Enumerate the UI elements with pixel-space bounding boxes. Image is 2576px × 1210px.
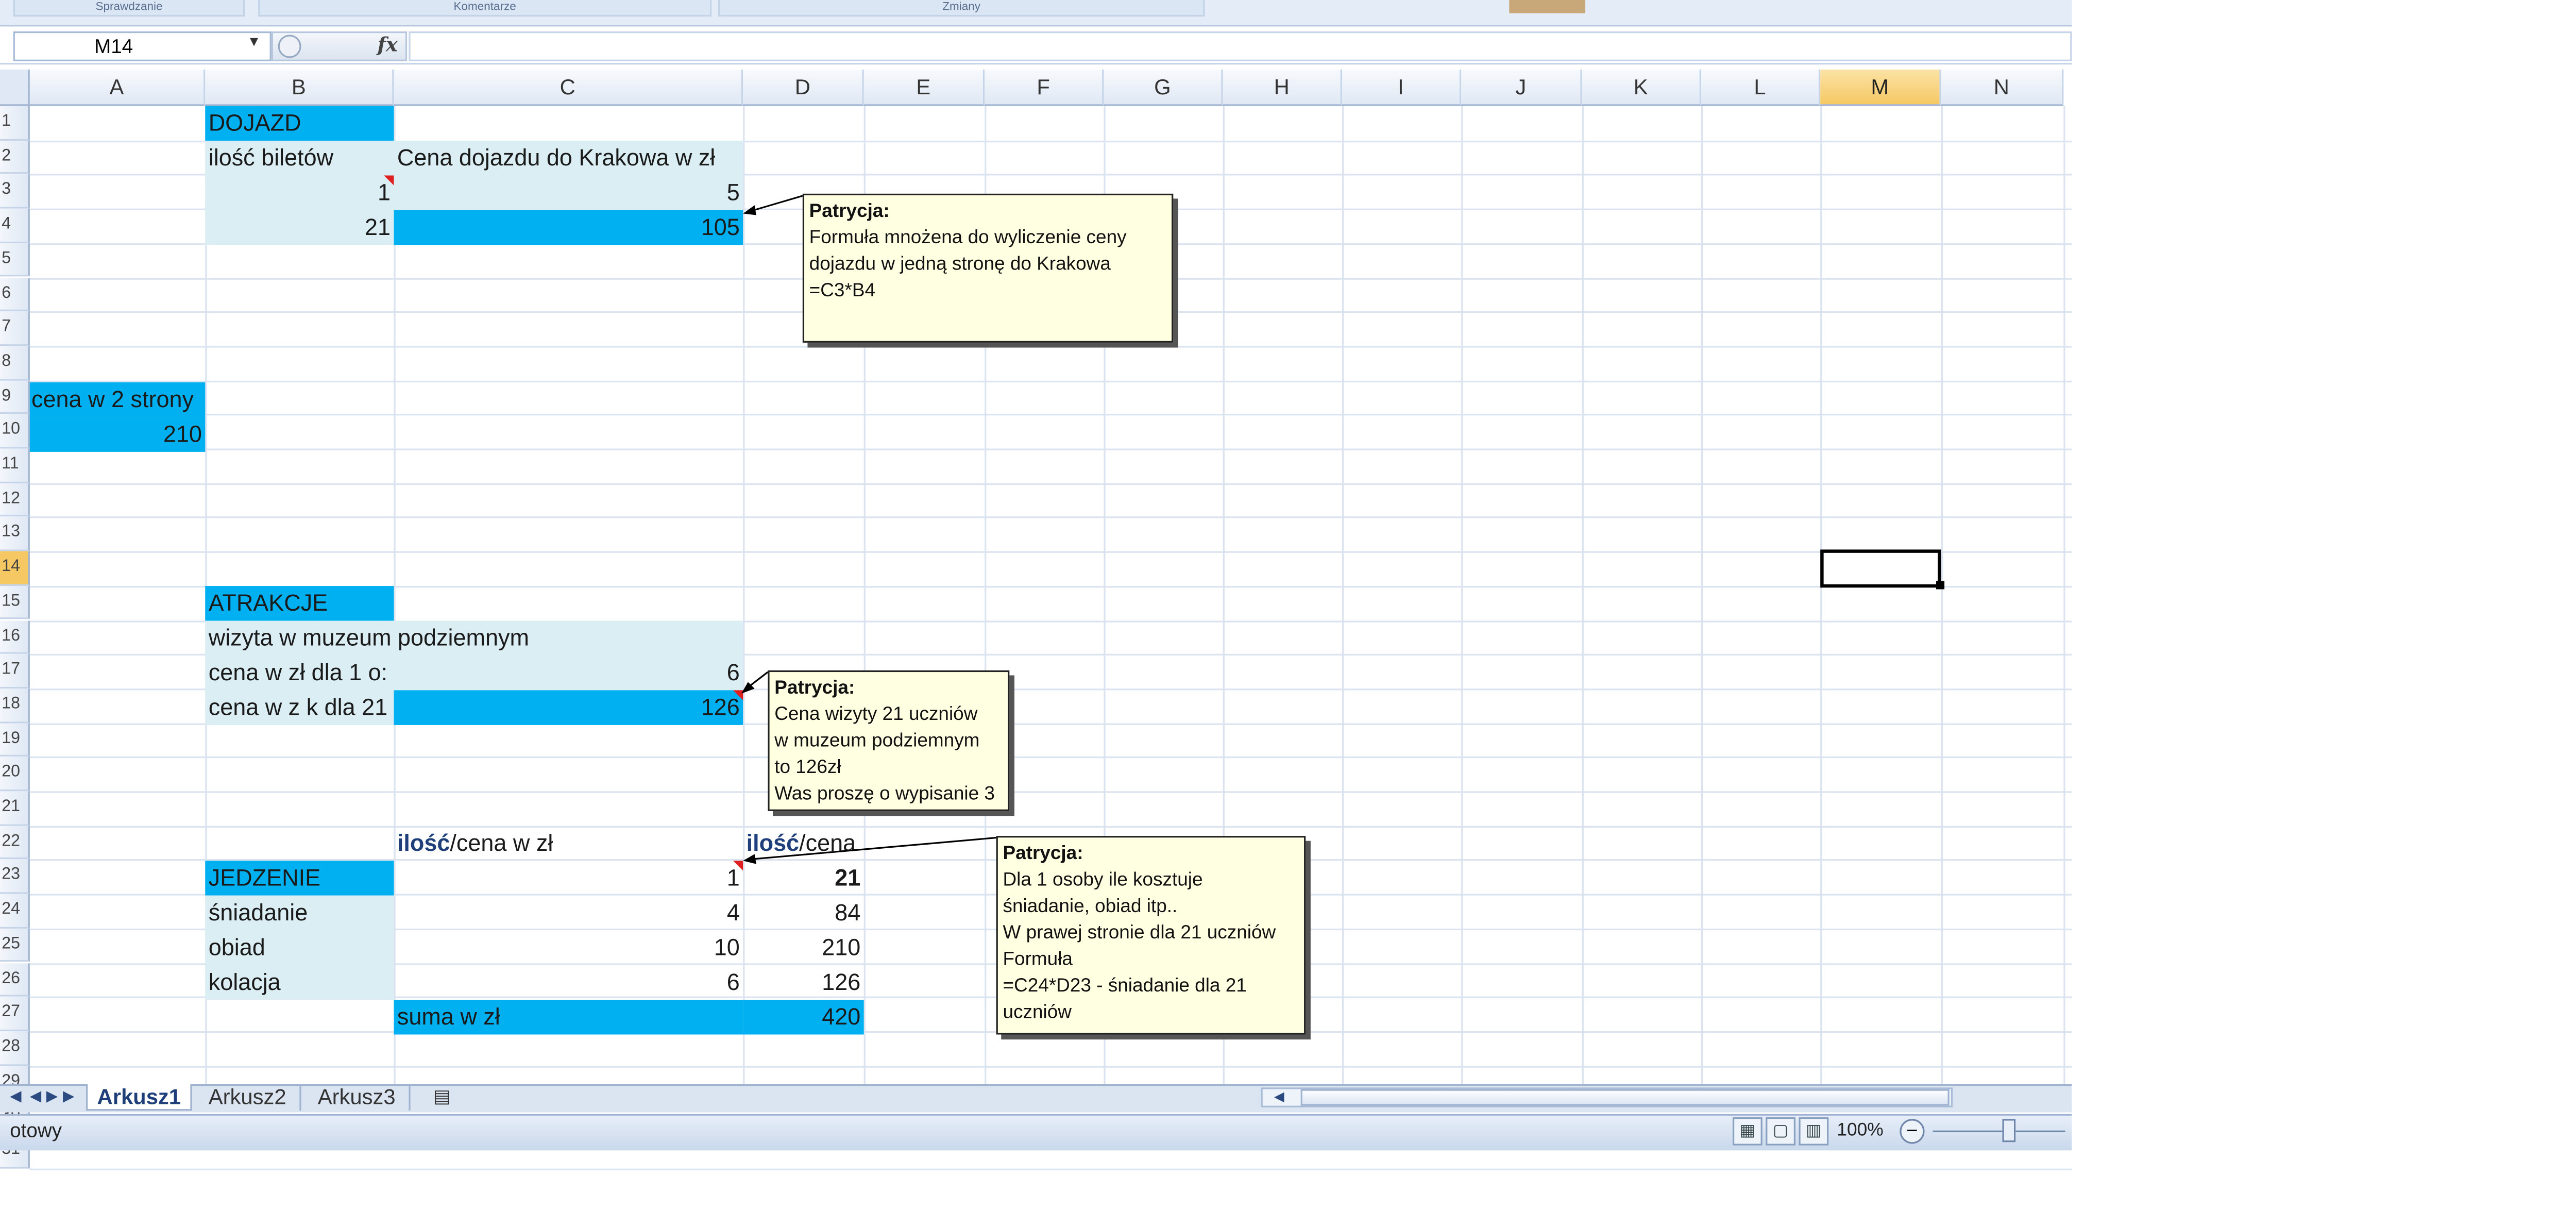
comment-box-1[interactable]: Patrycja: Formuła mnożena do wyliczenie … <box>802 193 1174 343</box>
page-break-view-icon[interactable]: ▥ <box>1799 1117 1829 1146</box>
comment-line: Cena wizyty 21 uczniów <box>774 705 978 725</box>
gridline-horizontal <box>29 1168 2072 1170</box>
zoom-slider-handle[interactable] <box>2002 1119 2016 1142</box>
comment-line: =C3*B4 <box>809 281 876 301</box>
comment-author: Patrycja: <box>774 678 855 699</box>
comment-line: to 126zł <box>774 758 841 778</box>
zoom-slider[interactable] <box>1933 1130 2065 1133</box>
comment-line: =C24*D23 - śniadanie dla 21 <box>1003 977 1247 997</box>
comment-line: W prawej stronie dla 21 uczniów <box>1003 923 1276 944</box>
comment-line: Dla 1 osoby ile kosztuje <box>1003 870 1203 891</box>
next-sheet-icon[interactable]: ▶ <box>46 1087 58 1105</box>
comment-1-arrowhead <box>743 205 756 215</box>
first-sheet-icon[interactable]: ◀ <box>10 1087 21 1105</box>
normal-view-icon[interactable]: ▦ <box>1732 1117 1762 1146</box>
comment-author: Patrycja: <box>809 201 890 222</box>
tab-arkusz2[interactable]: Arkusz2 <box>195 1084 301 1111</box>
scroll-thumb[interactable] <box>1300 1089 1950 1106</box>
comment-line: śniadanie, obiad itp.. <box>1003 897 1178 917</box>
page-layout-view-icon[interactable]: ▢ <box>1766 1117 1796 1146</box>
comment-line: uczniów <box>1003 1003 1072 1023</box>
comment-3-connector <box>753 836 998 860</box>
tab-arkusz1[interactable]: Arkusz1 <box>86 1084 192 1111</box>
excel-window: Sprawdzanie Komentarze Zmiany M14 ▾ fx A… <box>0 0 2576 1210</box>
comment-box-2[interactable]: Patrycja: Cena wizyty 21 uczniów w muzeu… <box>768 670 1010 811</box>
status-ready: otowy <box>10 1119 62 1142</box>
zoom-level[interactable]: 100% <box>1837 1121 1883 1141</box>
comment-box-3[interactable]: Patrycja: Dla 1 osoby ile kosztuje śniad… <box>996 836 1306 1035</box>
insert-sheet-icon[interactable]: ▤ <box>417 1084 466 1111</box>
zoom-out-icon[interactable]: − <box>1900 1119 1925 1144</box>
last-sheet-icon[interactable]: ▶ <box>63 1087 74 1105</box>
comment-line: dojazdu w jedną stronę do Krakowa <box>809 255 1111 275</box>
tab-arkusz3[interactable]: Arkusz3 <box>304 1084 411 1111</box>
comment-line: Formuła mnożena do wyliczenie ceny <box>809 228 1127 248</box>
scroll-left-icon[interactable]: ◀ <box>1264 1089 1294 1105</box>
comment-line: Formuła <box>1003 950 1073 970</box>
prev-sheet-icon[interactable]: ◀ <box>30 1087 41 1105</box>
comment-author: Patrycja: <box>1003 844 1083 864</box>
comment-line: w muzeum podziemnym <box>774 731 980 752</box>
comment-1-connector <box>748 194 805 213</box>
comment-line: Was proszę o wypisanie 3 <box>774 784 995 805</box>
comment-3-arrowhead <box>743 854 756 864</box>
